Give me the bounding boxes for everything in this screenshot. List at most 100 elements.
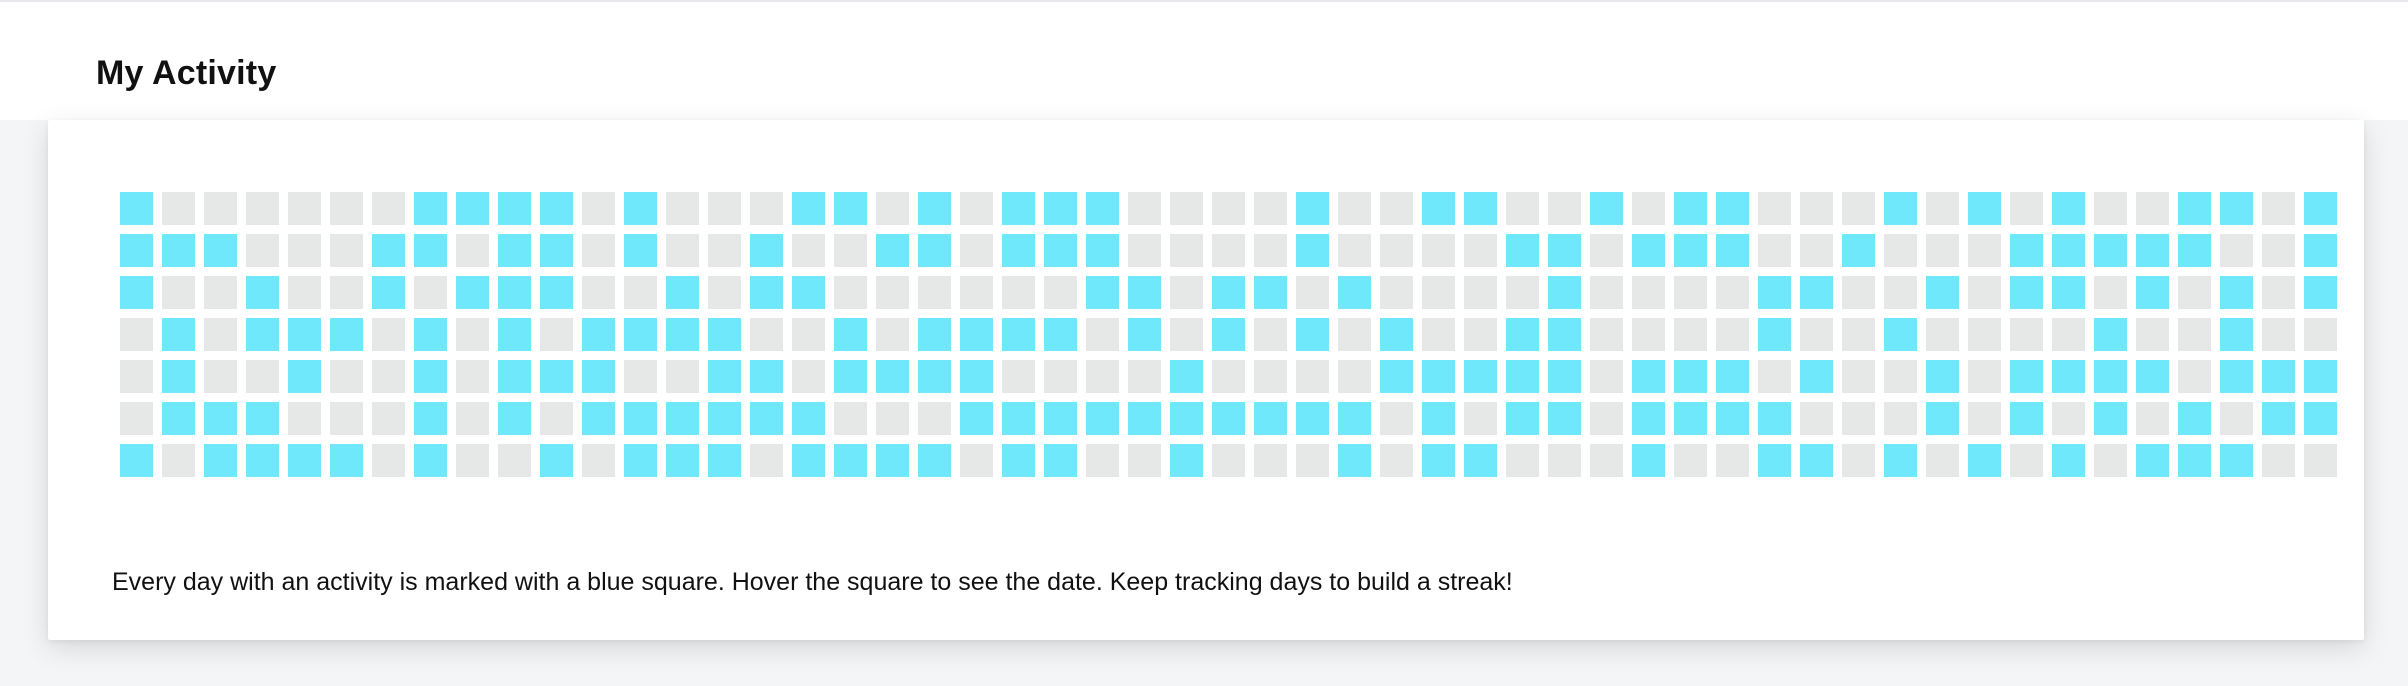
activity-day-active[interactable] [876, 444, 909, 477]
activity-day-active[interactable] [1884, 444, 1917, 477]
activity-day-inactive[interactable] [540, 402, 573, 435]
activity-day-active[interactable] [1758, 444, 1791, 477]
activity-day-inactive[interactable] [1254, 444, 1287, 477]
activity-day-active[interactable] [624, 192, 657, 225]
activity-day-active[interactable] [1716, 192, 1749, 225]
activity-day-inactive[interactable] [330, 192, 363, 225]
activity-day-inactive[interactable] [120, 402, 153, 435]
activity-day-inactive[interactable] [1800, 234, 1833, 267]
activity-day-active[interactable] [498, 234, 531, 267]
activity-day-active[interactable] [1464, 360, 1497, 393]
activity-day-inactive[interactable] [1590, 360, 1623, 393]
activity-day-active[interactable] [666, 402, 699, 435]
activity-day-inactive[interactable] [1254, 192, 1287, 225]
activity-day-inactive[interactable] [624, 276, 657, 309]
activity-day-active[interactable] [1086, 402, 1119, 435]
activity-day-active[interactable] [1422, 192, 1455, 225]
activity-day-inactive[interactable] [792, 234, 825, 267]
activity-day-inactive[interactable] [1338, 234, 1371, 267]
activity-day-inactive[interactable] [1968, 360, 2001, 393]
activity-day-active[interactable] [2010, 234, 2043, 267]
activity-day-inactive[interactable] [2136, 402, 2169, 435]
activity-day-inactive[interactable] [1464, 234, 1497, 267]
activity-day-active[interactable] [1506, 318, 1539, 351]
activity-day-inactive[interactable] [1632, 276, 1665, 309]
activity-day-active[interactable] [2052, 444, 2085, 477]
activity-day-active[interactable] [1044, 234, 1077, 267]
activity-day-inactive[interactable] [1044, 360, 1077, 393]
activity-day-inactive[interactable] [1254, 360, 1287, 393]
activity-day-inactive[interactable] [1338, 192, 1371, 225]
activity-day-active[interactable] [582, 360, 615, 393]
activity-day-inactive[interactable] [1632, 318, 1665, 351]
activity-day-active[interactable] [1548, 276, 1581, 309]
activity-day-inactive[interactable] [414, 276, 447, 309]
activity-day-inactive[interactable] [2178, 318, 2211, 351]
activity-day-active[interactable] [414, 318, 447, 351]
activity-day-active[interactable] [2052, 360, 2085, 393]
activity-day-inactive[interactable] [372, 318, 405, 351]
activity-day-active[interactable] [2094, 402, 2127, 435]
activity-day-inactive[interactable] [1758, 234, 1791, 267]
activity-day-inactive[interactable] [2178, 276, 2211, 309]
activity-day-inactive[interactable] [2136, 192, 2169, 225]
activity-day-inactive[interactable] [918, 276, 951, 309]
activity-day-active[interactable] [162, 318, 195, 351]
activity-day-inactive[interactable] [1128, 444, 1161, 477]
activity-day-inactive[interactable] [1044, 276, 1077, 309]
activity-day-inactive[interactable] [876, 318, 909, 351]
activity-day-inactive[interactable] [1590, 276, 1623, 309]
activity-day-active[interactable] [414, 444, 447, 477]
activity-day-inactive[interactable] [2094, 276, 2127, 309]
activity-day-active[interactable] [414, 192, 447, 225]
activity-day-active[interactable] [1590, 192, 1623, 225]
activity-day-inactive[interactable] [1968, 402, 2001, 435]
activity-day-inactive[interactable] [1296, 444, 1329, 477]
activity-day-active[interactable] [1002, 234, 1035, 267]
activity-day-active[interactable] [1800, 444, 1833, 477]
activity-day-active[interactable] [1800, 360, 1833, 393]
activity-day-inactive[interactable] [1128, 360, 1161, 393]
activity-day-active[interactable] [2136, 360, 2169, 393]
activity-day-inactive[interactable] [1884, 402, 1917, 435]
activity-day-inactive[interactable] [960, 234, 993, 267]
activity-day-active[interactable] [2052, 276, 2085, 309]
activity-day-inactive[interactable] [2094, 192, 2127, 225]
activity-day-inactive[interactable] [1086, 444, 1119, 477]
activity-day-inactive[interactable] [456, 234, 489, 267]
activity-day-active[interactable] [2304, 402, 2337, 435]
activity-day-active[interactable] [582, 318, 615, 351]
activity-day-inactive[interactable] [1758, 192, 1791, 225]
activity-day-inactive[interactable] [708, 234, 741, 267]
activity-day-inactive[interactable] [1296, 276, 1329, 309]
activity-day-inactive[interactable] [1422, 234, 1455, 267]
activity-day-inactive[interactable] [1800, 402, 1833, 435]
activity-day-inactive[interactable] [666, 234, 699, 267]
activity-day-active[interactable] [918, 234, 951, 267]
activity-day-active[interactable] [1128, 318, 1161, 351]
activity-day-active[interactable] [1380, 360, 1413, 393]
activity-day-active[interactable] [204, 402, 237, 435]
activity-day-active[interactable] [162, 234, 195, 267]
activity-day-inactive[interactable] [498, 444, 531, 477]
activity-day-active[interactable] [2220, 192, 2253, 225]
activity-day-inactive[interactable] [1842, 360, 1875, 393]
activity-day-inactive[interactable] [1716, 276, 1749, 309]
activity-day-inactive[interactable] [204, 192, 237, 225]
activity-day-active[interactable] [1716, 234, 1749, 267]
activity-day-inactive[interactable] [372, 402, 405, 435]
activity-day-inactive[interactable] [540, 318, 573, 351]
activity-day-inactive[interactable] [2262, 276, 2295, 309]
activity-day-active[interactable] [834, 192, 867, 225]
activity-day-active[interactable] [330, 444, 363, 477]
activity-day-inactive[interactable] [1926, 234, 1959, 267]
activity-day-active[interactable] [1548, 360, 1581, 393]
activity-day-active[interactable] [1044, 444, 1077, 477]
activity-day-inactive[interactable] [2010, 192, 2043, 225]
activity-day-inactive[interactable] [2262, 234, 2295, 267]
activity-day-active[interactable] [372, 276, 405, 309]
activity-day-inactive[interactable] [2010, 444, 2043, 477]
activity-day-active[interactable] [582, 402, 615, 435]
activity-day-inactive[interactable] [582, 234, 615, 267]
activity-day-inactive[interactable] [1464, 276, 1497, 309]
